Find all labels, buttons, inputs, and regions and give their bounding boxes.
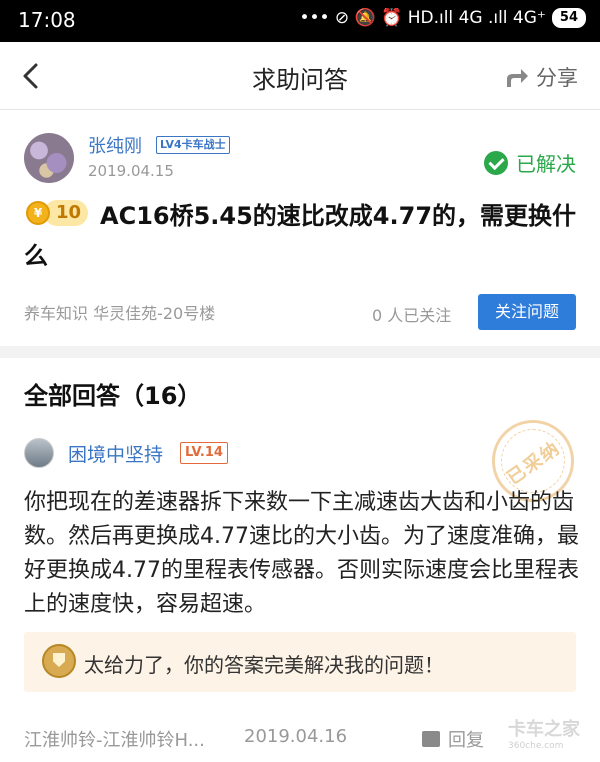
solved-status: 已解决 bbox=[484, 148, 576, 177]
comment-icon bbox=[422, 731, 440, 747]
reply-button[interactable]: 回复 bbox=[422, 726, 484, 752]
answerer-level-badge: LV.14 bbox=[180, 442, 228, 464]
asker-name[interactable]: 张纯刚 bbox=[88, 132, 142, 158]
watermark-brand: 卡车之家 bbox=[508, 719, 580, 740]
share-label: 分享 bbox=[536, 66, 578, 90]
check-circle-icon bbox=[484, 150, 508, 175]
praise-text: 太给力了，你的答案完美解决我的问题！ bbox=[84, 653, 444, 677]
solved-label: 已解决 bbox=[516, 152, 576, 176]
answers-heading: 全部回答（16） bbox=[24, 382, 202, 410]
nav-bar: 求助问答 分享 bbox=[0, 42, 600, 110]
question-tags: 养车知识 华灵佳苑-20号楼 bbox=[24, 304, 216, 323]
section-divider bbox=[0, 346, 600, 358]
answer-body: 你把现在的差速器拆下来数一下主减速齿大齿和小齿的齿数。然后再更换成4.77速比的… bbox=[24, 490, 579, 617]
network-signal-icons: ••• ⊘ 🔕 ⏰ HD.ıll 4G .ıll 4G⁺ bbox=[299, 8, 546, 28]
follow-question-button[interactable]: 关注问题 bbox=[478, 294, 576, 330]
asker-avatar[interactable] bbox=[24, 133, 74, 183]
answerer-name[interactable]: 困境中坚持 bbox=[68, 440, 163, 467]
asker-level-badge: LV4卡车战士 bbox=[156, 136, 230, 154]
question-date: 2019.04.15 bbox=[88, 162, 174, 180]
reply-label: 回复 bbox=[448, 730, 484, 751]
answer-source: 江淮帅铃-江淮帅铃H... bbox=[24, 730, 205, 751]
share-button[interactable]: 分享 bbox=[504, 62, 578, 92]
share-icon bbox=[507, 69, 528, 87]
status-time: 17:08 bbox=[18, 8, 76, 32]
status-icons: ••• ⊘ 🔕 ⏰ HD.ıll 4G .ıll 4G⁺ 54 bbox=[299, 8, 586, 28]
follow-count: 0 人已关注 bbox=[372, 306, 452, 325]
watermark-site: 360che.com bbox=[508, 741, 564, 751]
accepted-stamp-text: 已采纳 bbox=[503, 437, 565, 490]
asker-praise-box: 太给力了，你的答案完美解决我的问题！ bbox=[24, 632, 576, 692]
site-watermark: 卡车之家 360che.com bbox=[508, 720, 580, 752]
medal-icon bbox=[42, 644, 76, 678]
answer-date: 2019.04.16 bbox=[244, 726, 348, 747]
status-bar: 17:08 ••• ⊘ 🔕 ⏰ HD.ıll 4G .ıll 4G⁺ 54 bbox=[0, 0, 600, 42]
question-title: AC16桥5.45的速比改成4.77的，需更换什么 bbox=[24, 202, 577, 270]
answerer-avatar[interactable] bbox=[24, 438, 54, 468]
battery-icon: 54 bbox=[551, 8, 586, 28]
